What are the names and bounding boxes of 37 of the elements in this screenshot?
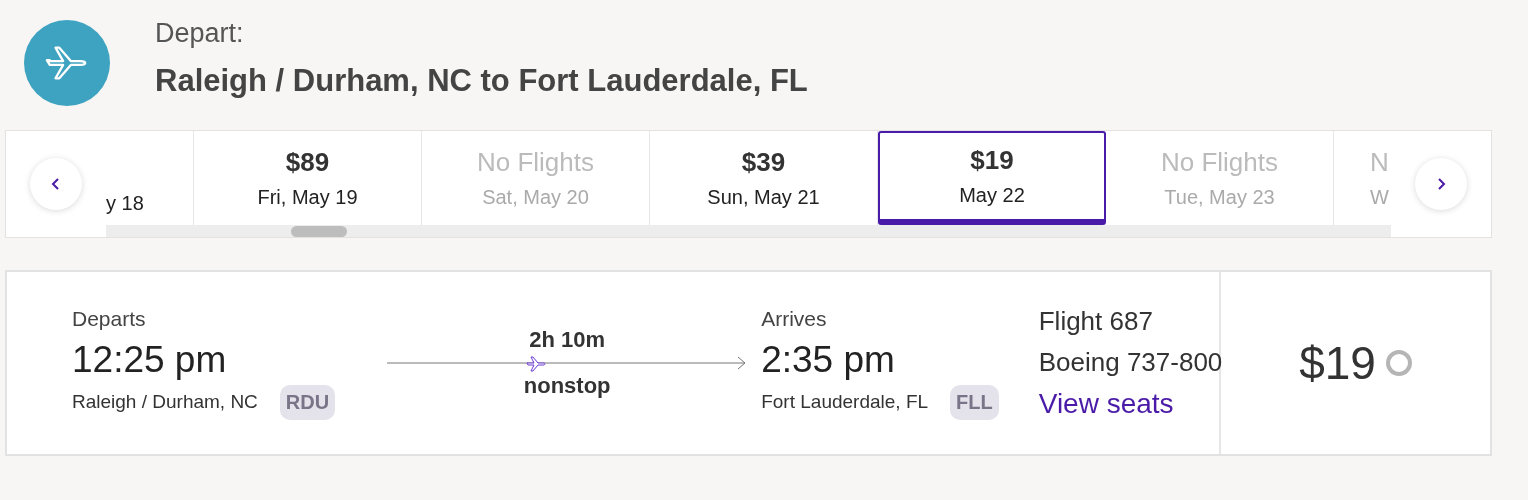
- departs-label: Departs: [72, 306, 147, 331]
- date-label: Tue, May 23: [1164, 186, 1275, 209]
- fare-radio[interactable]: [1385, 350, 1412, 376]
- depart-label: Depart:: [155, 18, 245, 49]
- fare-price: No Flights: [476, 147, 594, 178]
- date-tab[interactable]: y 18: [106, 131, 194, 225]
- fare-price: $89: [285, 147, 330, 178]
- date-label: May 22: [959, 184, 1025, 207]
- destination-city: Fort Lauderdale, FL: [761, 391, 929, 413]
- date-label: Fri, May 19: [257, 186, 358, 209]
- origin-city: Raleigh / Durham, NC: [72, 391, 258, 413]
- aircraft-type: Boeing 737-800: [1038, 347, 1223, 378]
- date-label: y 18: [106, 192, 144, 215]
- date-label: Sun, May 21: [707, 186, 820, 209]
- previous-button[interactable]: [30, 158, 82, 210]
- flight-duration: 2h 10m: [529, 327, 606, 353]
- chevron-right-icon: [1435, 177, 1447, 191]
- airport-code: FLL: [950, 384, 999, 420]
- fare-price: N: [1370, 147, 1389, 178]
- fare-price: $19: [970, 145, 1014, 176]
- stops-label: nonstop: [523, 373, 611, 399]
- arrival-time: 2:35 pm: [761, 338, 896, 381]
- fare-price: No Flights: [1160, 147, 1278, 178]
- next-button[interactable]: [1415, 158, 1467, 210]
- view-seats-link[interactable]: View seats: [1038, 388, 1223, 420]
- date-label: Sat, May 20: [482, 186, 589, 209]
- fare-price: $39: [741, 147, 786, 178]
- route-title: Raleigh / Durham, NC to Fort Lauderdale, FL: [155, 63, 808, 99]
- date-label: W: [1370, 186, 1389, 209]
- flight-number: Flight 687: [1038, 306, 1154, 337]
- arrives-label: Arrives: [761, 306, 828, 331]
- chevron-left-icon: [50, 177, 62, 191]
- airport-code: RDU: [279, 384, 336, 420]
- date-tab[interactable]: $19 May 22: [878, 131, 1106, 225]
- departure-time: 12:25 pm: [72, 338, 228, 381]
- scrollbar-thumb[interactable]: [291, 226, 347, 237]
- fare-price: $19: [1299, 336, 1376, 390]
